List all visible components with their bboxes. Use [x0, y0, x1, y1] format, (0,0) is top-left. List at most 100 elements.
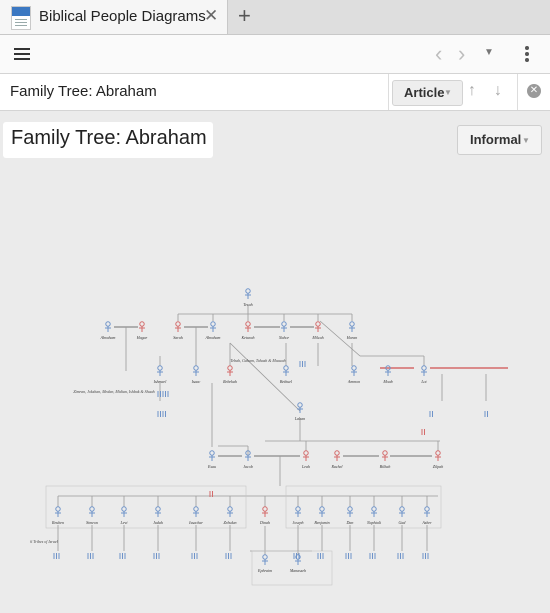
- person-head-icon: [349, 321, 355, 327]
- informal-dropdown-button[interactable]: Informal ▼: [457, 125, 542, 155]
- person-head-icon: [347, 506, 353, 512]
- tab-bar: Biblical People Diagrams ✕ +: [0, 0, 550, 35]
- tab-title: Biblical People Diagrams: [39, 8, 206, 25]
- history-dropdown-icon[interactable]: ▼: [484, 47, 494, 58]
- person-head-icon: [281, 321, 287, 327]
- toolbar: ‹ › ▼: [0, 35, 550, 74]
- person-name: Haran: [346, 335, 357, 340]
- person-head-icon: [295, 506, 301, 512]
- person-name: Nahor: [278, 335, 290, 340]
- person-name: Dan: [346, 520, 354, 525]
- informal-label: Informal: [470, 132, 522, 147]
- tab-biblical-people[interactable]: Biblical People Diagrams ✕: [0, 0, 228, 34]
- person-head-icon: [210, 321, 216, 327]
- back-arrow-icon[interactable]: ‹: [435, 41, 442, 67]
- vertical-dots-icon[interactable]: [525, 46, 529, 63]
- person-name: Zilpah: [433, 464, 443, 469]
- forward-arrow-icon[interactable]: ›: [458, 41, 465, 67]
- person-head-icon: [89, 506, 95, 512]
- person-head-icon: [421, 365, 427, 371]
- person-head-icon: [121, 506, 127, 512]
- tree-connector: [229, 342, 301, 412]
- person-head-icon: [105, 321, 111, 327]
- hamburger-menu-icon[interactable]: [14, 48, 30, 61]
- person-name: Dinah: [259, 520, 270, 525]
- person-head-icon: [382, 450, 388, 456]
- article-dropdown-button[interactable]: Article ▼: [392, 80, 463, 106]
- tribe-group-box: [285, 485, 442, 529]
- person-name: Asher: [421, 520, 432, 525]
- person-name: Benjamin: [314, 520, 329, 525]
- biblical-people-app-icon: [11, 6, 31, 30]
- person-name: Bilhah: [380, 464, 391, 469]
- person-name: Sarah: [173, 335, 183, 340]
- person-name: Ammon: [347, 379, 360, 384]
- close-circle-icon[interactable]: ✕: [527, 84, 541, 98]
- person-name: Terah: [243, 302, 252, 307]
- person-name: Esau: [207, 464, 216, 469]
- arrow-up-icon[interactable]: ↑: [468, 82, 476, 100]
- person-name: Joseph: [292, 520, 303, 525]
- person-head-icon: [262, 554, 268, 560]
- page-title-box: Family Tree: Abraham: [3, 122, 213, 158]
- person-head-icon: [399, 506, 405, 512]
- person-head-icon: [193, 365, 199, 371]
- person-name: Levi: [120, 520, 128, 525]
- tab-close-icon[interactable]: ✕: [204, 6, 218, 26]
- chevron-down-icon: ▼: [522, 136, 530, 145]
- person-head-icon: [193, 506, 199, 512]
- family-tree-diagram[interactable]: Terah Abraham Hagar Sarah Abraham Keturah Naho…: [0, 111, 550, 613]
- person-head-icon: [262, 506, 268, 512]
- person-name: Rebekah: [222, 379, 237, 384]
- person-name: Jacob: [243, 464, 253, 469]
- person-head-icon: [283, 365, 289, 371]
- person-name: Abraham: [100, 335, 116, 340]
- person-head-icon: [371, 506, 377, 512]
- person-name: Keturah: [240, 335, 254, 340]
- divider: [388, 74, 389, 110]
- chevron-down-icon: ▼: [444, 88, 452, 97]
- person-name: Laban: [294, 416, 305, 421]
- person-head-icon: [209, 450, 215, 456]
- divider: [517, 74, 518, 110]
- arrow-down-icon[interactable]: ↓: [494, 82, 502, 100]
- person-name: Issachar: [188, 520, 203, 525]
- person-head-icon: [227, 365, 233, 371]
- article-label: Article: [404, 85, 445, 100]
- person-name: Ephraim: [257, 568, 272, 573]
- person-head-icon: [351, 365, 357, 371]
- person-head-icon: [303, 450, 309, 456]
- document-bar: Family Tree: Abraham Article ▼ ↑ ↓ ✕: [0, 74, 550, 111]
- person-head-icon: [424, 506, 430, 512]
- person-head-icon: [245, 321, 251, 327]
- content-area: Terah Abraham Hagar Sarah Abraham Keturah Naho…: [0, 111, 550, 613]
- person-head-icon: [55, 506, 61, 512]
- tree-note: Tebah, Gaham, Tahash & Maacah: [230, 358, 285, 364]
- person-name: Ishmael: [153, 379, 168, 384]
- person-name: Zebulun: [223, 520, 236, 525]
- person-name: Hagar: [136, 335, 148, 340]
- person-head-icon: [315, 321, 321, 327]
- person-name: Simeon: [86, 520, 98, 525]
- person-name: Bethuel: [280, 379, 293, 384]
- person-head-icon: [227, 506, 233, 512]
- person-name: Judah: [153, 520, 163, 525]
- person-name: Manasseh: [289, 568, 306, 573]
- person-head-icon: [139, 321, 145, 327]
- person-head-icon: [297, 402, 303, 408]
- person-name: Gad: [399, 520, 407, 525]
- person-name: Leah: [301, 464, 310, 469]
- person-name: Milcah: [311, 335, 323, 340]
- person-name: Moab: [382, 379, 392, 384]
- person-head-icon: [245, 288, 251, 294]
- document-title: Family Tree: Abraham: [10, 83, 157, 100]
- person-head-icon: [175, 321, 181, 327]
- person-name: Rachel: [330, 464, 343, 469]
- person-head-icon: [435, 450, 441, 456]
- person-name: Lot: [420, 379, 427, 384]
- person-head-icon: [155, 506, 161, 512]
- person-head-icon: [157, 365, 163, 371]
- new-tab-button[interactable]: +: [238, 3, 251, 29]
- tree-note: Zimran, Jokshan, Medan, Midian, Ishbak &…: [73, 389, 154, 395]
- tribe-group-box: [45, 485, 247, 529]
